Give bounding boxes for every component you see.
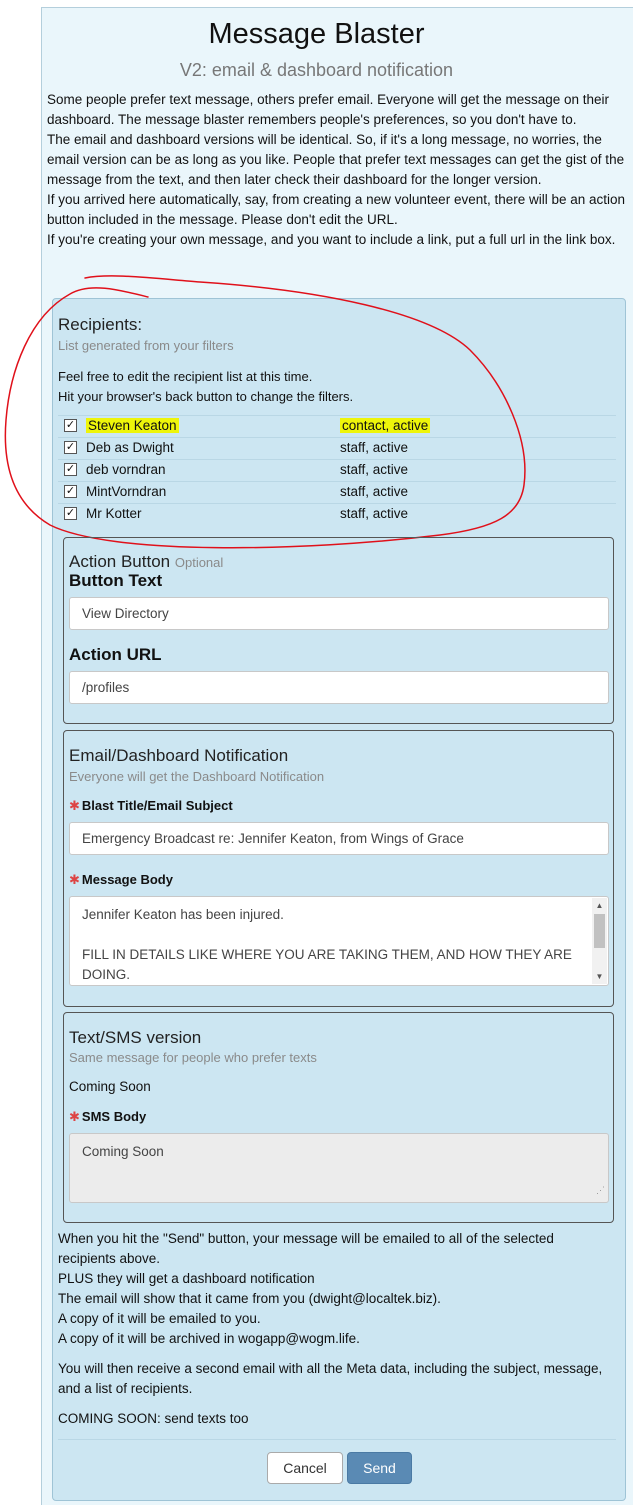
recipient-list: ✓ Steven Keaton contact, active ✓ Deb as… (58, 415, 616, 525)
action-button-title: Action Button Optional (69, 552, 223, 572)
recipient-status: staff, active (340, 462, 409, 477)
subject-label-text: Blast Title/Email Subject (81, 798, 233, 813)
recipient-row: ✓ deb vorndran staff, active (58, 459, 616, 481)
action-button-title-text: Action Button (69, 552, 171, 571)
send-info-line: COMING SOON: send texts too (58, 1411, 249, 1426)
message-body-label-text: Message Body (81, 872, 173, 887)
send-info: When you hit the "Send" button, your mes… (58, 1229, 613, 1429)
recipients-heading: Recipients: (58, 315, 143, 334)
recipient-checkbox[interactable]: ✓ (64, 419, 77, 432)
scroll-thumb[interactable] (594, 914, 605, 948)
scroll-up-icon[interactable]: ▲ (592, 898, 607, 913)
required-icon: ✱ (69, 1109, 80, 1124)
recipient-name: Deb as Dwight (86, 440, 174, 455)
send-info-line: A copy of it will be emailed to you. (58, 1311, 261, 1326)
recipient-row: ✓ Steven Keaton contact, active (58, 415, 616, 437)
recipient-status: staff, active (340, 484, 409, 499)
sms-panel-title: Text/SMS version (69, 1028, 202, 1047)
message-body-line: Jennifer Keaton has been injured. (82, 907, 284, 922)
recipient-name: Mr Kotter (86, 506, 142, 521)
sms-body-textarea: Coming Soon ⋰ (69, 1133, 609, 1203)
recipient-status: staff, active (340, 440, 409, 455)
recipient-checkbox[interactable]: ✓ (64, 485, 77, 498)
button-text-label: Button Text (69, 571, 163, 590)
send-info-line: The email will show that it came from yo… (58, 1291, 441, 1306)
message-body-line: FILL IN DETAILS LIKE WHERE YOU ARE TAKIN… (82, 947, 572, 982)
send-info-line: PLUS they will get a dashboard notificat… (58, 1271, 315, 1286)
sms-coming-soon: Coming Soon (69, 1079, 151, 1094)
intro-paragraph: If you're creating your own message, and… (47, 232, 616, 247)
message-body-textarea[interactable]: Jennifer Keaton has been injured. FILL I… (69, 896, 609, 986)
send-info-line: A copy of it will be archived in wogapp@… (58, 1331, 360, 1346)
optional-label: Optional (174, 555, 224, 570)
recipient-name: deb vorndran (86, 462, 166, 477)
email-panel-title: Email/Dashboard Notification (69, 746, 289, 765)
action-url-input[interactable]: /profiles (69, 671, 609, 704)
intro-paragraph: The email and dashboard versions will be… (47, 132, 625, 187)
message-body-label: ✱ Message Body (69, 872, 173, 888)
intro-text: Some people prefer text message, others … (47, 90, 633, 250)
recipient-checkbox[interactable]: ✓ (64, 507, 77, 520)
recipients-note: Feel free to edit the recipient list at … (58, 367, 353, 407)
recipient-row: ✓ MintVorndran staff, active (58, 481, 616, 503)
recipient-checkbox[interactable]: ✓ (64, 463, 77, 476)
sms-panel-subtitle: Same message for people who prefer texts (69, 1050, 317, 1065)
recipients-note-line: Hit your browser's back button to change… (58, 389, 354, 404)
required-icon: ✱ (69, 798, 80, 813)
textarea-scrollbar[interactable]: ▲ ▼ (592, 898, 607, 984)
button-text-input[interactable]: View Directory (69, 597, 609, 630)
recipient-name: Steven Keaton (86, 418, 179, 433)
cancel-button[interactable]: Cancel (267, 1452, 343, 1484)
required-icon: ✱ (69, 872, 80, 887)
recipients-note-line: Feel free to edit the recipient list at … (58, 369, 313, 384)
intro-paragraph: Some people prefer text message, others … (47, 92, 610, 127)
recipient-name: MintVorndran (86, 484, 167, 499)
page-subtitle: V2: email & dashboard notification (179, 60, 454, 80)
sms-body-label-text: SMS Body (81, 1109, 147, 1124)
message-body-blank (82, 925, 584, 945)
subject-label: ✱ Blast Title/Email Subject (69, 798, 233, 814)
recipient-row: ✓ Mr Kotter staff, active (58, 503, 616, 525)
sms-body-label: ✱ SMS Body (69, 1109, 146, 1125)
recipient-status: staff, active (340, 506, 409, 521)
recipients-subheading: List generated from your filters (58, 338, 234, 353)
send-info-line: When you hit the "Send" button, your mes… (58, 1231, 554, 1266)
page-title: Message Blaster (208, 18, 425, 50)
scroll-down-icon[interactable]: ▼ (592, 969, 607, 984)
email-panel-subtitle: Everyone will get the Dashboard Notifica… (69, 769, 325, 784)
recipient-status: contact, active (340, 418, 431, 433)
action-url-label: Action URL (69, 645, 162, 664)
sms-body-text: Coming Soon (82, 1144, 164, 1159)
send-info-line: You will then receive a second email wit… (58, 1361, 603, 1396)
recipient-row: ✓ Deb as Dwight staff, active (58, 437, 616, 459)
resize-grip-icon: ⋰ (596, 1185, 605, 1195)
recipient-checkbox[interactable]: ✓ (64, 441, 77, 454)
send-button[interactable]: Send (347, 1452, 412, 1484)
divider (58, 1439, 616, 1440)
subject-input[interactable]: Emergency Broadcast re: Jennifer Keaton,… (69, 822, 609, 855)
intro-paragraph: If you arrived here automatically, say, … (47, 192, 626, 227)
